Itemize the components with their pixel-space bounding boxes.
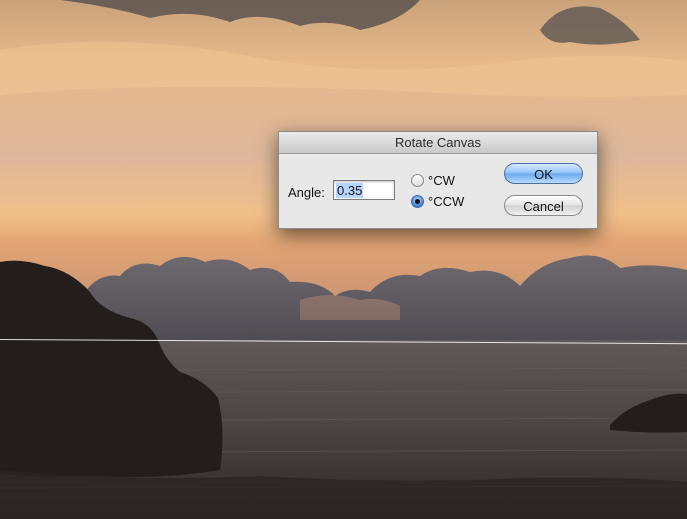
radio-option-ccw[interactable]: °CCW — [411, 194, 464, 209]
background-photo — [0, 0, 687, 519]
angle-value-selection: 0.35 — [336, 183, 364, 198]
ok-button[interactable]: OK — [504, 163, 583, 184]
radio-ccw-label: °CCW — [428, 194, 465, 209]
dialog-title: Rotate Canvas — [395, 135, 481, 150]
cancel-button[interactable]: Cancel — [504, 195, 583, 216]
radio-option-cw[interactable]: °CW — [411, 173, 455, 188]
sunset-seascape-image — [0, 0, 687, 519]
radio-cw-label: °CW — [428, 173, 455, 188]
radio-cw[interactable] — [411, 174, 424, 187]
radio-ccw[interactable] — [411, 195, 424, 208]
dialog-titlebar[interactable]: Rotate Canvas — [279, 132, 597, 154]
rotate-canvas-dialog: Rotate Canvas Angle: 0.35 °CW °CCW OK Ca… — [278, 131, 598, 229]
angle-label: Angle: — [288, 185, 325, 200]
